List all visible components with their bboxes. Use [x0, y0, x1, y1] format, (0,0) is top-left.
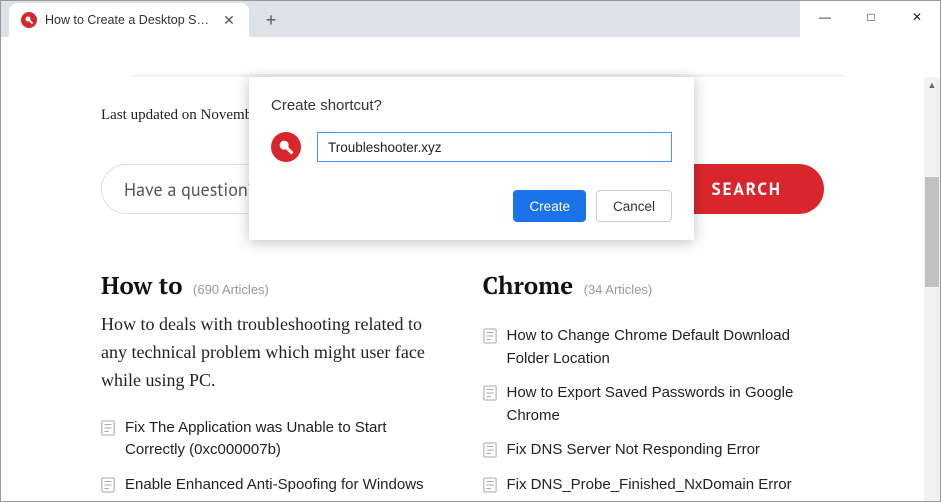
list-item[interactable]: Fix DNS Server Not Responding Error [483, 439, 825, 462]
create-button[interactable]: Create [513, 190, 586, 222]
browser-tab[interactable]: How to Create a Desktop Shortcut ✕ [9, 3, 249, 37]
document-icon [101, 477, 115, 493]
article-link: Fix DNS Server Not Responding Error [507, 439, 760, 462]
column-howto: How to (690 Articles) How to deals with … [101, 269, 443, 501]
article-link: Fix The Application was Unable to Start … [125, 417, 443, 462]
tab-strip: How to Create a Desktop Shortcut ✕ + [1, 1, 800, 37]
scroll-up-icon[interactable]: ▲ [924, 77, 940, 93]
wrench-icon [21, 12, 37, 28]
cancel-button[interactable]: Cancel [596, 190, 672, 222]
document-icon [101, 420, 115, 436]
article-link: How to Export Saved Passwords in Google … [507, 382, 825, 427]
minimize-button[interactable]: — [802, 1, 848, 33]
list-item[interactable]: Fix The Application was Unable to Start … [101, 417, 443, 462]
document-icon [483, 385, 497, 401]
list-item[interactable]: How to Change Chrome Default Download Fo… [483, 325, 825, 370]
shortcut-name-input[interactable] [317, 132, 672, 162]
article-link: How to Change Chrome Default Download Fo… [507, 325, 825, 370]
list-item[interactable]: Enable Enhanced Anti-Spoofing for Window… [101, 474, 443, 497]
window-close-button[interactable]: ✕ [894, 1, 940, 33]
new-tab-button[interactable]: + [257, 6, 285, 34]
wrench-icon [271, 132, 301, 162]
column-heading: How to [101, 269, 183, 301]
list-item[interactable]: How to Export Saved Passwords in Google … [483, 382, 825, 427]
document-icon [483, 328, 497, 344]
list-item[interactable]: Fix DNS_Probe_Finished_NxDomain Error [483, 474, 825, 497]
maximize-button[interactable]: □ [848, 1, 894, 33]
article-count: (690 Articles) [193, 282, 269, 297]
dialog-title: Create shortcut? [271, 97, 672, 114]
create-shortcut-dialog: Create shortcut? Create Cancel [249, 77, 694, 240]
column-chrome: Chrome (34 Articles) How to Change Chrom… [483, 269, 825, 501]
column-heading: Chrome [483, 269, 574, 301]
article-count: (34 Articles) [584, 282, 653, 297]
document-icon [483, 442, 497, 458]
scrollbar[interactable]: ▲ [924, 77, 940, 501]
document-icon [483, 477, 497, 493]
article-link: Fix DNS_Probe_Finished_NxDomain Error [507, 474, 792, 497]
article-link: Enable Enhanced Anti-Spoofing for Window… [125, 474, 424, 497]
scrollbar-thumb[interactable] [925, 177, 939, 287]
tab-title: How to Create a Desktop Shortcut [45, 13, 215, 27]
close-tab-icon[interactable]: ✕ [221, 12, 237, 28]
column-desc: How to deals with troubleshooting relate… [101, 311, 443, 395]
